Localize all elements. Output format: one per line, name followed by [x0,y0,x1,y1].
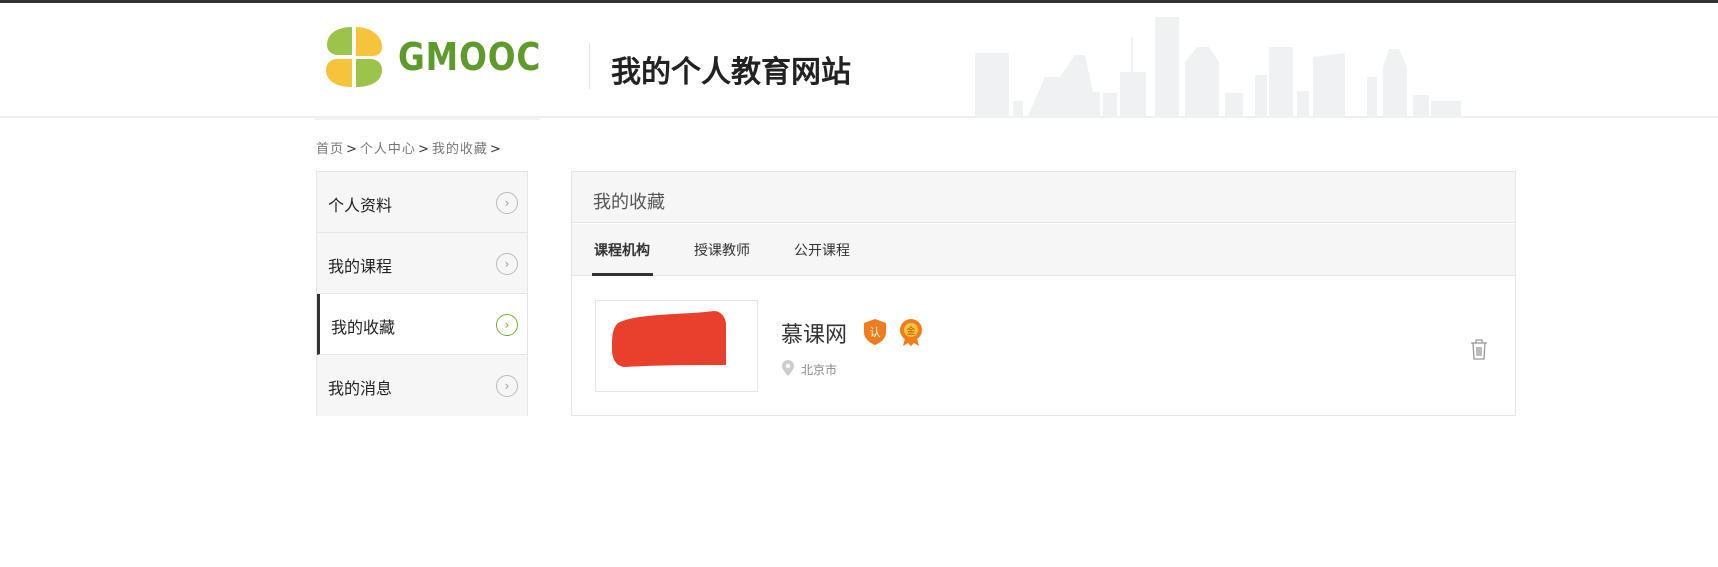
breadcrumb-separator: > [346,142,358,157]
sidebar-item-label: 个人资料 [328,196,393,215]
logo-text: GMOOC [398,35,542,79]
gmooc-logo-icon [326,27,382,87]
chevron-right-icon: › [496,253,518,275]
breadcrumb-separator: > [489,142,502,157]
tab-open-courses[interactable]: 公开课程 [794,240,850,260]
sidebar-item-messages[interactable]: 我的消息 › [317,355,527,416]
chevron-right-icon: › [496,192,518,214]
panel-header: 我的收藏 [572,172,1515,223]
sidebar-item-courses[interactable]: 我的课程 › [317,233,527,294]
site-header: GMOOC 我的个人教育网站 [0,3,1718,120]
gold-badge-text: 金 [906,325,915,337]
sidebar-item-label: 我的收藏 [331,318,396,337]
sidebar-item-profile[interactable]: 个人资料 › [317,172,527,233]
sidebar-item-label: 我的课程 [328,257,393,276]
favorites-tabs: 课程机构 授课教师 公开课程 [572,224,1515,276]
panel-title: 我的收藏 [593,192,665,213]
org-location: 北京市 [801,363,838,377]
city-skyline-decoration [975,17,1461,118]
trash-icon[interactable] [1469,338,1489,360]
chevron-right-icon: › [496,314,518,336]
location-pin-icon [782,360,794,376]
favorites-panel: 我的收藏 课程机构 授课教师 公开课程 慕课网 认 金 北京市 [571,171,1516,416]
breadcrumb: 首页 > 个人中心 > 我的收藏 > [316,138,504,157]
sidebar-item-label: 我的消息 [328,379,393,398]
breadcrumb-user-center[interactable]: 个人中心 [360,142,416,157]
user-sidebar: 个人资料 › 我的课程 › 我的收藏 › 我的消息 › [316,171,528,416]
org-thumbnail-image [612,311,726,367]
breadcrumb-home[interactable]: 首页 [316,142,344,157]
site-title: 我的个人教育网站 [611,55,851,90]
org-thumbnail[interactable] [595,300,758,392]
breadcrumb-favorites[interactable]: 我的收藏 [432,142,488,157]
certified-badge-text: 认 [870,326,881,339]
logo-underline [315,117,540,120]
certified-badge-icon: 认 [864,319,886,345]
chevron-right-icon: › [496,375,518,397]
active-tab-indicator [592,273,653,276]
breadcrumb-separator: > [417,142,430,157]
sidebar-item-favorites[interactable]: 我的收藏 › [317,294,527,355]
org-name[interactable]: 慕课网 [781,317,847,349]
tab-teachers[interactable]: 授课教师 [694,240,750,260]
gold-medal-badge-icon: 金 [900,319,922,346]
header-divider [589,43,590,89]
tab-organizations[interactable]: 课程机构 [594,240,650,260]
